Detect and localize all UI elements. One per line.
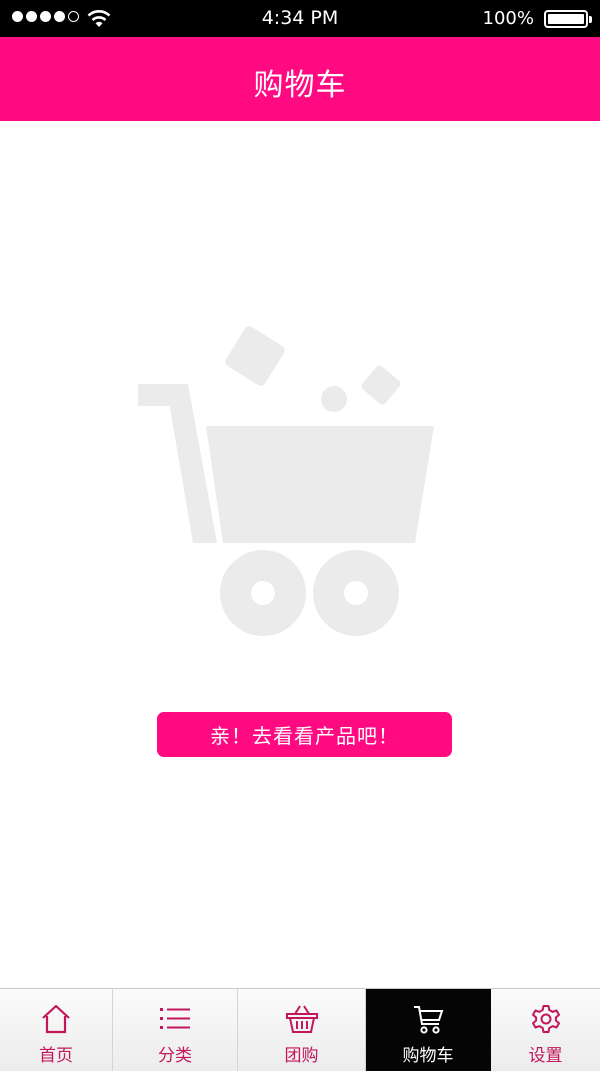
tab-settings[interactable]: 设置 bbox=[491, 989, 600, 1071]
gear-icon bbox=[531, 1005, 560, 1033]
battery-icon bbox=[544, 10, 592, 28]
status-bar: 4:34 PM 100% bbox=[0, 0, 600, 37]
tab-label: 首页 bbox=[39, 1046, 73, 1066]
empty-shopping-cart-icon bbox=[138, 326, 434, 636]
tab-label: 分类 bbox=[158, 1046, 192, 1066]
tab-group-buy[interactable]: 团购 bbox=[238, 989, 366, 1071]
tab-home[interactable]: 首页 bbox=[0, 989, 113, 1071]
cart-icon bbox=[414, 1006, 444, 1034]
go-shopping-button[interactable]: 亲！去看看产品吧！ bbox=[157, 712, 452, 757]
home-icon bbox=[42, 1004, 70, 1034]
tab-cart[interactable]: 购物车 bbox=[366, 989, 491, 1071]
page-title: 购物车 bbox=[253, 68, 347, 103]
navigation-header: 购物车 bbox=[0, 37, 600, 121]
tab-label: 团购 bbox=[284, 1046, 319, 1066]
battery-percentage: 100% bbox=[482, 8, 534, 29]
bottom-tab-bar: 首页 分类 团购 购物车 设置 bbox=[0, 988, 600, 1071]
tab-label: 设置 bbox=[528, 1046, 563, 1066]
list-icon bbox=[160, 1008, 190, 1029]
tab-label: 购物车 bbox=[402, 1046, 454, 1066]
tab-category[interactable]: 分类 bbox=[113, 989, 238, 1071]
basket-icon bbox=[285, 1005, 318, 1033]
